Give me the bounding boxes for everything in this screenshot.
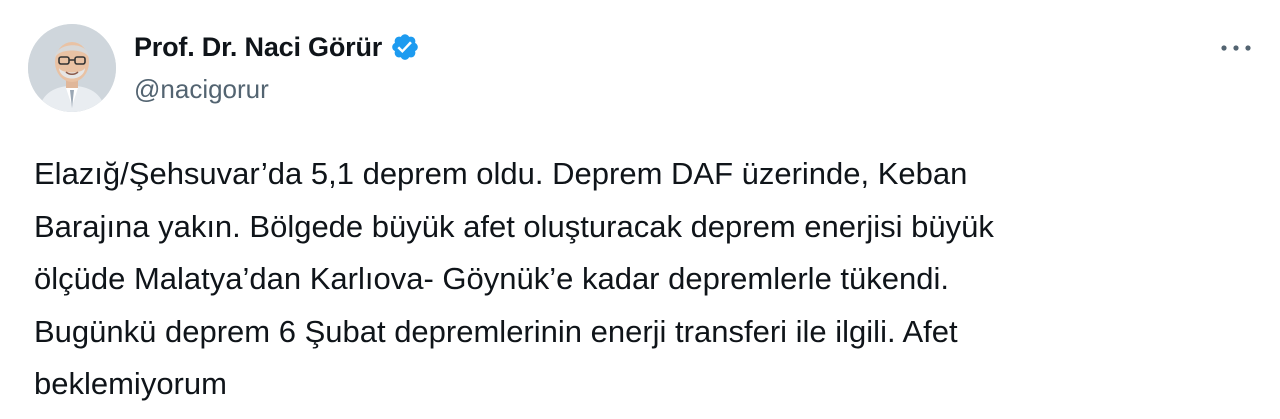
more-horizontal-icon — [1221, 45, 1251, 51]
more-options-button[interactable] — [1214, 32, 1258, 64]
tweet-text: Elazığ/Şehsuvar’da 5,1 deprem oldu. Depr… — [34, 156, 994, 401]
author-handle[interactable]: @nacigorur — [134, 74, 269, 105]
verified-badge-icon[interactable] — [390, 32, 420, 62]
profile-photo — [28, 24, 116, 112]
author-name-row: Prof. Dr. Naci Görür — [134, 28, 420, 66]
author-display-name[interactable]: Prof. Dr. Naci Görür — [134, 32, 382, 63]
avatar[interactable] — [28, 24, 116, 112]
tweet-card: Prof. Dr. Naci Görür @nacigorur Elazığ/Ş… — [0, 0, 1280, 419]
